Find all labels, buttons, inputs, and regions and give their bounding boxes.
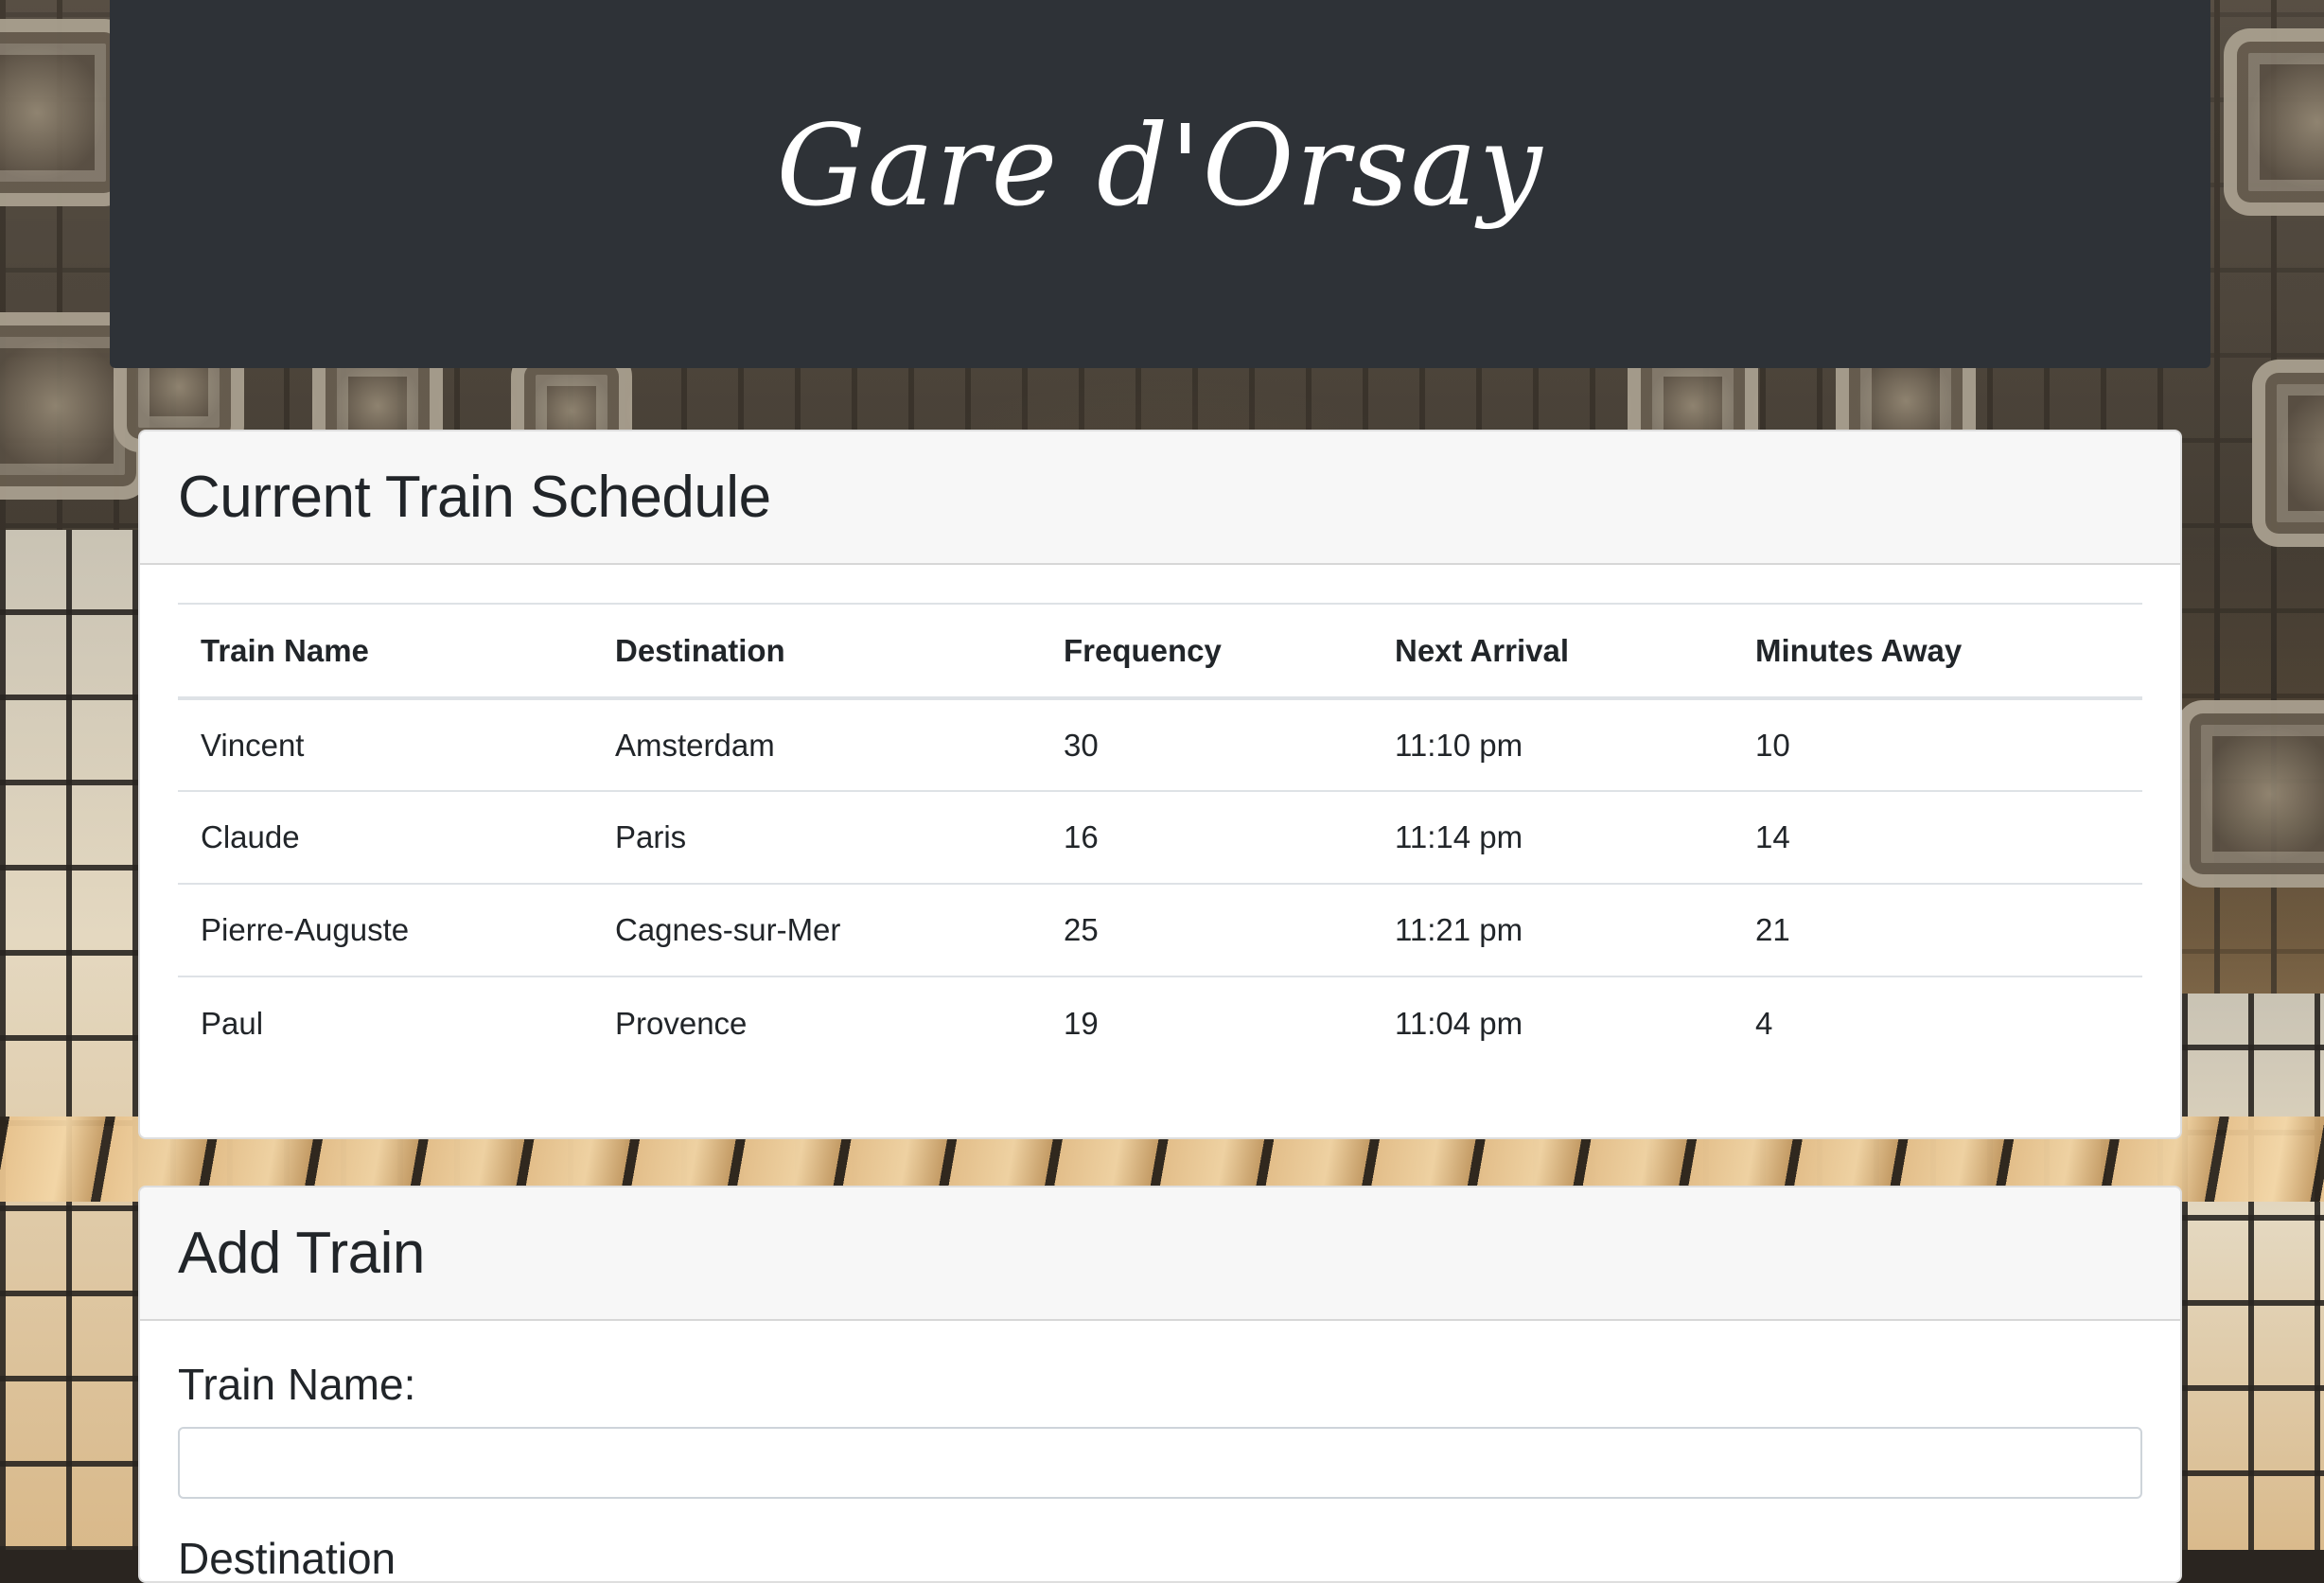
column-header-minutes-away: Minutes Away <box>1733 603 2142 700</box>
cell-minutes-away: 4 <box>1733 976 2142 1069</box>
cell-minutes-away: 21 <box>1733 883 2142 976</box>
cell-next-arrival: 11:04 pm <box>1372 976 1733 1069</box>
column-header-train-name: Train Name <box>178 603 592 700</box>
add-train-form: Train Name: Destination <box>140 1321 2180 1583</box>
add-train-card-header: Add Train <box>140 1187 2180 1321</box>
table-row: Claude Paris 16 11:14 pm 14 <box>178 790 2142 884</box>
table-row: Paul Provence 19 11:04 pm 4 <box>178 976 2142 1069</box>
cell-next-arrival: 11:21 pm <box>1372 883 1733 976</box>
schedule-card-header: Current Train Schedule <box>140 431 2180 565</box>
cell-train-name: Paul <box>178 976 592 1069</box>
cell-train-name: Vincent <box>178 697 592 791</box>
site-header: Gare d'Orsay <box>110 0 2210 368</box>
schedule-table: Train Name Destination Frequency Next Ar… <box>178 603 2142 1069</box>
cell-next-arrival: 11:14 pm <box>1372 790 1733 884</box>
table-row: Pierre-Auguste Cagnes-sur-Mer 25 11:21 p… <box>178 883 2142 976</box>
site-title: Gare d'Orsay <box>776 99 1544 231</box>
cell-minutes-away: 14 <box>1733 790 2142 884</box>
train-name-label: Train Name: <box>178 1360 416 1409</box>
destination-label: Destination <box>178 1534 396 1583</box>
column-header-destination: Destination <box>592 603 1041 700</box>
cell-destination: Cagnes-sur-Mer <box>592 883 1041 976</box>
column-header-next-arrival: Next Arrival <box>1372 603 1733 700</box>
train-name-input[interactable] <box>178 1427 2142 1499</box>
cell-frequency: 19 <box>1041 976 1372 1069</box>
cell-train-name: Pierre-Auguste <box>178 883 592 976</box>
schedule-card: Current Train Schedule Train Name Destin… <box>138 430 2182 1139</box>
table-row: Vincent Amsterdam 30 11:10 pm 10 <box>178 697 2142 791</box>
column-header-frequency: Frequency <box>1041 603 1372 700</box>
cell-destination: Paris <box>592 790 1041 884</box>
table-header-row: Train Name Destination Frequency Next Ar… <box>178 603 2142 700</box>
add-train-title: Add Train <box>178 1221 425 1286</box>
cell-frequency: 16 <box>1041 790 1372 884</box>
cell-minutes-away: 10 <box>1733 697 2142 791</box>
schedule-title: Current Train Schedule <box>178 465 771 530</box>
cell-train-name: Claude <box>178 790 592 884</box>
cell-destination: Amsterdam <box>592 697 1041 791</box>
cell-destination: Provence <box>592 976 1041 1069</box>
cell-frequency: 30 <box>1041 697 1372 791</box>
cell-frequency: 25 <box>1041 883 1372 976</box>
schedule-card-body: Train Name Destination Frequency Next Ar… <box>140 565 2180 1107</box>
cell-next-arrival: 11:10 pm <box>1372 697 1733 791</box>
add-train-card: Add Train Train Name: Destination <box>138 1186 2182 1583</box>
